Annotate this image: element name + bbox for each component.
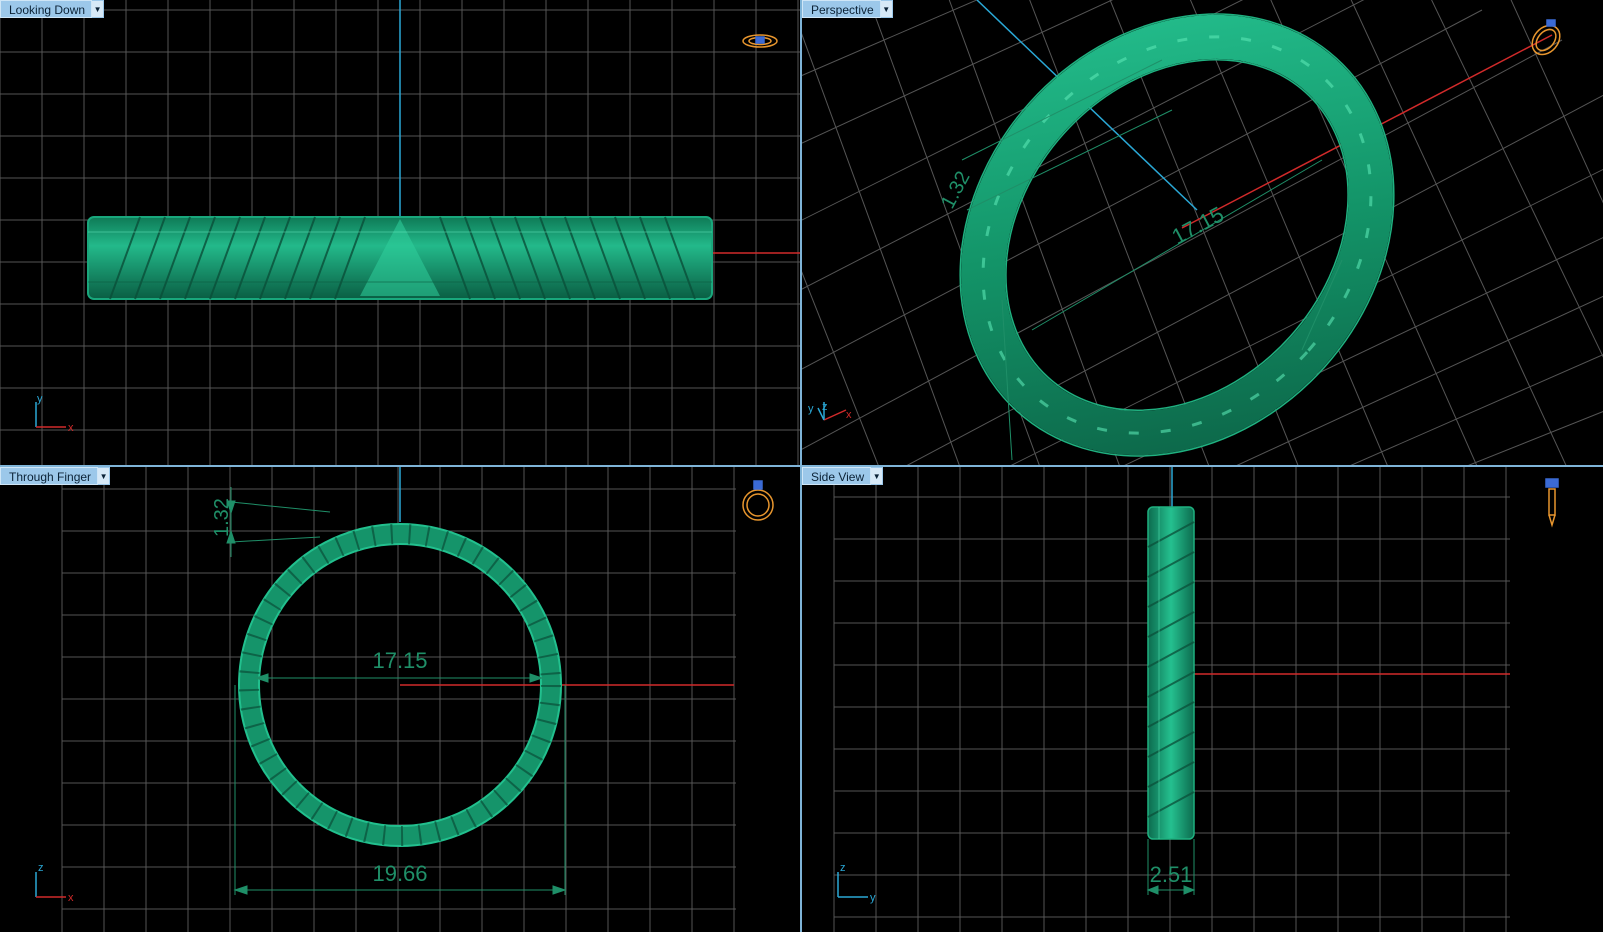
- ring-model-top[interactable]: [87, 216, 713, 300]
- axis-triad: z y: [837, 862, 876, 904]
- axis-label-z: z: [38, 862, 44, 874]
- viewport-title[interactable]: Looking Down: [0, 0, 93, 18]
- viewport-title[interactable]: Side View: [802, 467, 872, 485]
- axis-label-x: x: [846, 409, 852, 421]
- ring-perspective-orientation-icon[interactable]: [1527, 19, 1566, 60]
- ring-side-orientation-icon[interactable]: [1545, 478, 1559, 528]
- looking-down-canvas[interactable]: y x: [0, 0, 800, 465]
- viewport-menu[interactable]: Side View ▼: [802, 467, 884, 485]
- through-finger-canvas[interactable]: 1.32 17.15 19.66 z x: [0, 467, 800, 932]
- dimension-inner-diameter-label: 17.15: [372, 648, 427, 673]
- dimension-diameter-label: 17.15: [1168, 201, 1228, 249]
- axis-label-x: x: [68, 892, 74, 904]
- viewport-through-finger[interactable]: 1.32 17.15 19.66 z x Through Finger ▼: [0, 467, 800, 932]
- axis-label-y: y: [808, 403, 814, 415]
- side-view-canvas[interactable]: 2.51 z y: [802, 467, 1603, 932]
- ring-front-orientation-icon[interactable]: [742, 480, 774, 521]
- viewport-side-view[interactable]: 2.51 z y Side View ▼: [802, 467, 1603, 932]
- viewport-title[interactable]: Perspective: [802, 0, 881, 18]
- axis-triad: z x: [35, 862, 74, 904]
- viewport-perspective[interactable]: 17.15 1.32 y z x Perspective ▼: [802, 0, 1603, 465]
- dimension-thickness-label: 1.32: [937, 168, 975, 213]
- axis-label-x: x: [68, 422, 74, 434]
- viewport-looking-down[interactable]: y x Looking Down ▼: [0, 0, 800, 465]
- chevron-down-icon[interactable]: ▼: [880, 0, 893, 18]
- chevron-down-icon[interactable]: ▼: [871, 467, 884, 485]
- viewport-menu[interactable]: Looking Down ▼: [0, 0, 105, 18]
- viewport-title[interactable]: Through Finger: [0, 467, 99, 485]
- dimension-thickness-label: 1.32: [211, 498, 233, 537]
- axis-label-z: z: [822, 401, 828, 413]
- perspective-canvas[interactable]: 17.15 1.32 y z x: [802, 0, 1603, 465]
- ring-model-side[interactable]: [1147, 506, 1195, 840]
- dimension-outer-diameter-label: 19.66: [372, 861, 427, 886]
- ring-top-orientation-icon[interactable]: [742, 34, 778, 48]
- chevron-down-icon[interactable]: ▼: [92, 0, 105, 18]
- chevron-down-icon[interactable]: ▼: [98, 467, 111, 485]
- axis-triad: y z x: [808, 401, 852, 421]
- axis-label-y: y: [37, 393, 43, 405]
- viewport-menu[interactable]: Through Finger ▼: [0, 467, 111, 485]
- axis-label-y: y: [870, 892, 876, 904]
- viewport-menu[interactable]: Perspective ▼: [802, 0, 893, 18]
- axis-label-z: z: [840, 862, 846, 874]
- dimension-width-label: 2.51: [1150, 862, 1193, 887]
